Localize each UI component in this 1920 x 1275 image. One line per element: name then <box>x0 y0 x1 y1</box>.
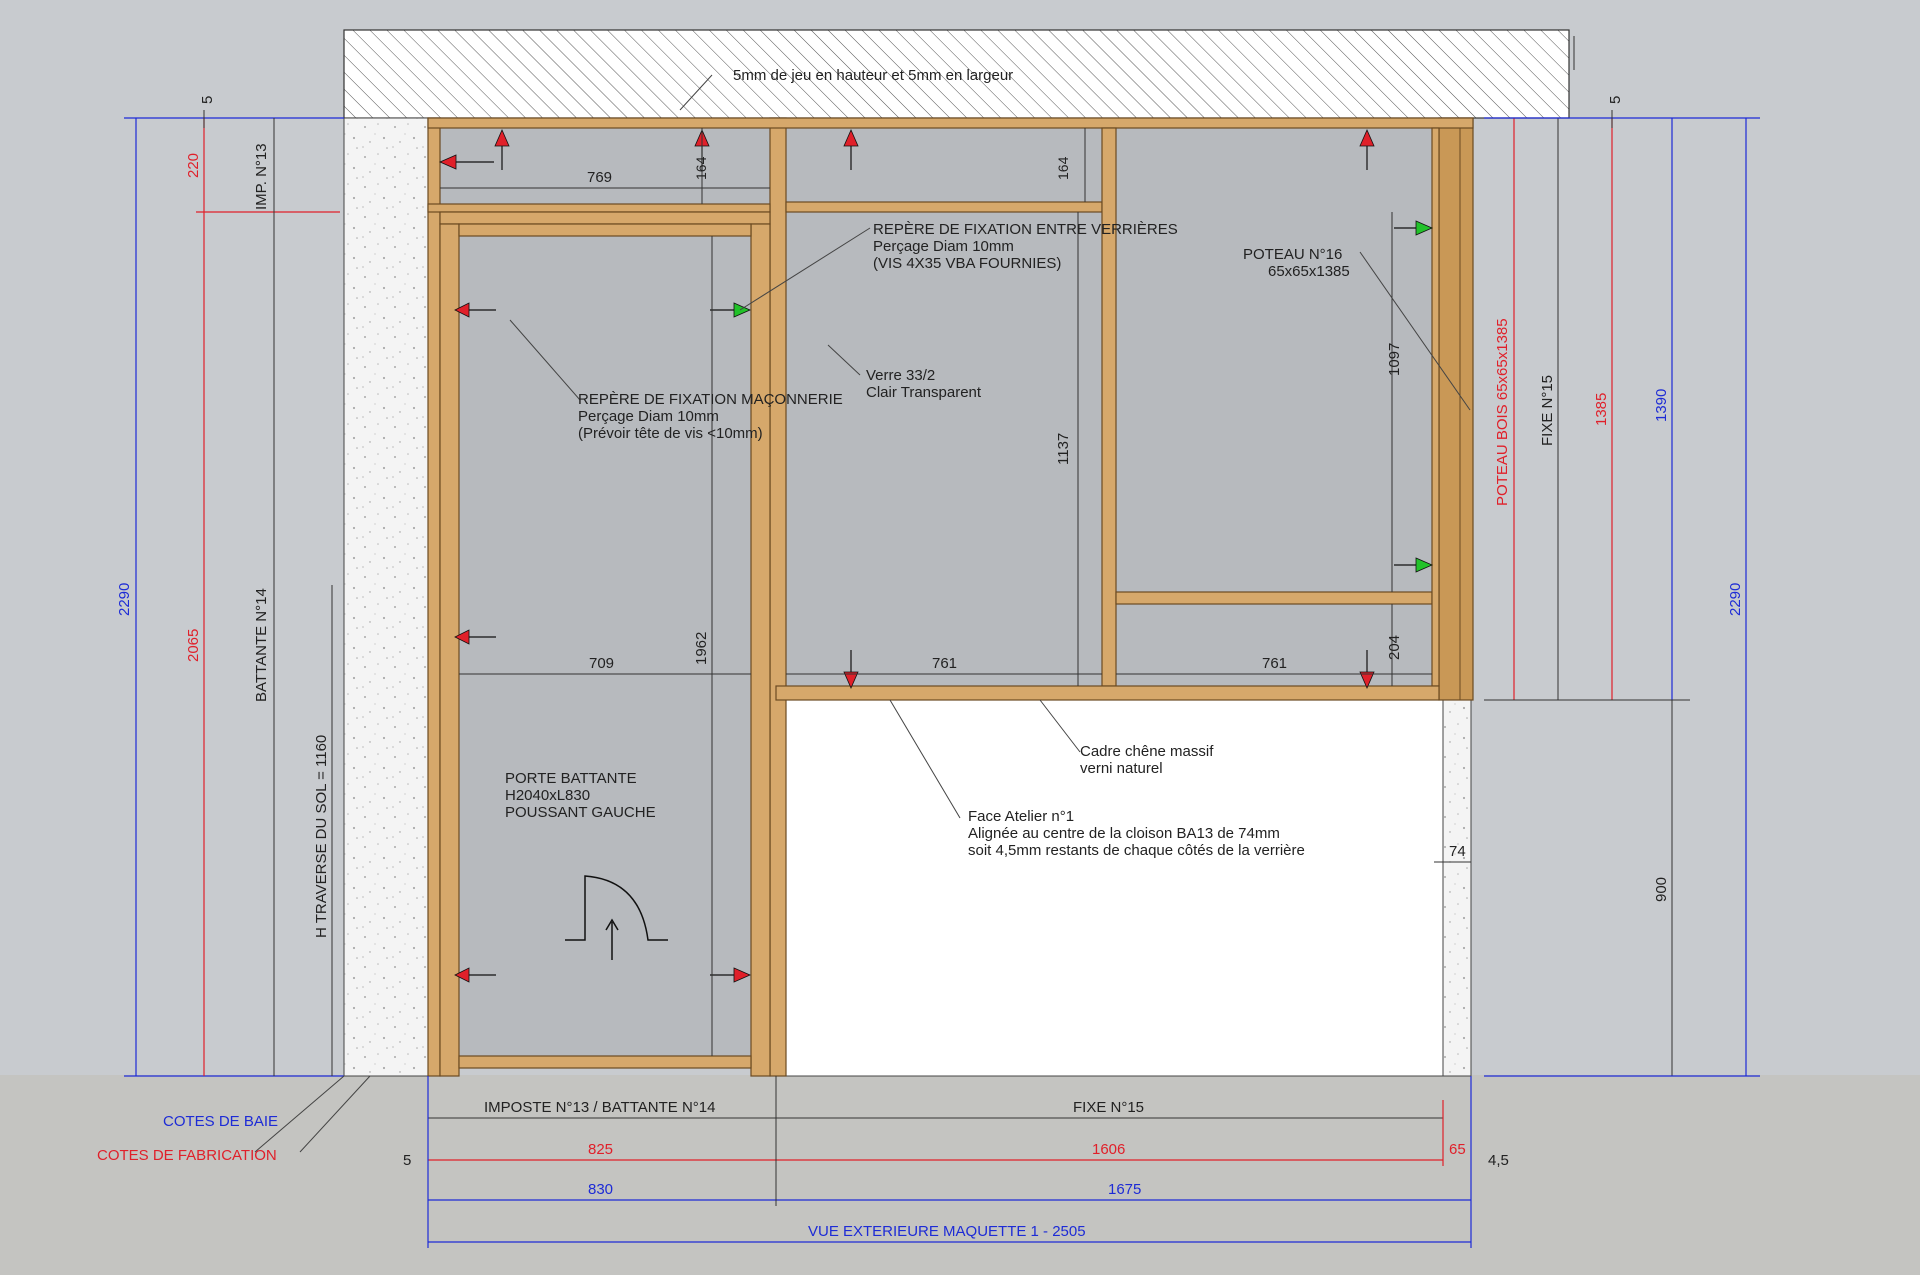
dim-1606: 1606 <box>1092 1141 1125 1158</box>
label-traverse-sol: H TRAVERSE DU SOL = 1160 <box>313 735 330 938</box>
dim-164-right: 164 <box>1055 156 1071 180</box>
note-line: Clair Transparent <box>866 384 982 401</box>
note-line: Cadre chêne massif <box>1080 743 1214 760</box>
dim-74: 74 <box>1449 843 1466 860</box>
dim-900: 900 <box>1653 877 1670 902</box>
glass-imposte <box>440 128 770 204</box>
dim-1385: 1385 <box>1593 393 1610 426</box>
note-line: Face Atelier n°1 <box>968 808 1074 825</box>
right-dimension-lines <box>1484 110 1760 1077</box>
note-line: soit 4,5mm restants de chaque côtés de l… <box>968 842 1305 859</box>
label-fixe15-horizontal: FIXE N°15 <box>1073 1099 1144 1116</box>
note-line: POUSSANT GAUCHE <box>505 804 656 821</box>
note-line: H2040xL830 <box>505 787 590 804</box>
dim-5-bottom: 5 <box>403 1152 411 1169</box>
label-battante14: BATTANTE N°14 <box>253 588 270 702</box>
elevation-drawing: 5mm de jeu en hauteur et 5mm en largeur … <box>0 29 1920 1275</box>
dim-709: 709 <box>589 655 614 672</box>
dim-1137: 1137 <box>1055 433 1072 465</box>
note-line: REPÈRE DE FIXATION ENTRE VERRIÈRES <box>873 221 1178 238</box>
note-line: 65x65x1385 <box>1268 263 1350 280</box>
dim-65: 65 <box>1449 1141 1466 1158</box>
legend-cotes-baie: COTES DE BAIE <box>163 1113 278 1130</box>
dim-761-left: 761 <box>932 655 957 672</box>
dim-830: 830 <box>588 1181 613 1198</box>
left-dimension-lines <box>124 110 344 1077</box>
dim-204: 204 <box>1386 635 1403 660</box>
note-line: Alignée au centre de la cloison BA13 de … <box>968 825 1280 842</box>
note-line: PORTE BATTANTE <box>505 770 637 787</box>
note-line: POTEAU N°16 <box>1243 246 1342 263</box>
label-imp13: IMP. N°13 <box>253 143 270 210</box>
dim-4-5: 4,5 <box>1488 1152 1509 1169</box>
left-wall <box>343 117 429 1077</box>
note-jeu: 5mm de jeu en hauteur et 5mm en largeur <box>733 67 1013 84</box>
note-line: Verre 33/2 <box>866 367 935 384</box>
dim-1675: 1675 <box>1108 1181 1141 1198</box>
dim-2290-left: 2290 <box>116 583 133 616</box>
dim-164-left: 164 <box>693 156 709 180</box>
glass-fixe-right <box>1116 128 1432 592</box>
label-fixe15-vertical: FIXE N°15 <box>1539 375 1556 446</box>
drawing-title: VUE EXTERIEURE MAQUETTE 1 - 2505 <box>808 1223 1086 1240</box>
dim-5-top-right: 5 <box>1607 96 1624 104</box>
note-line: Perçage Diam 10mm <box>873 238 1014 255</box>
dim-825: 825 <box>588 1141 613 1158</box>
label-poteau-bois: POTEAU BOIS 65x65x1385 <box>1494 318 1511 506</box>
note-line: (Prévoir tête de vis <10mm) <box>578 425 763 442</box>
note-line: (VIS 4X35 VBA FOURNIES) <box>873 255 1061 272</box>
right-low-wall <box>1442 699 1472 1077</box>
dim-769: 769 <box>587 169 612 186</box>
dim-1097: 1097 <box>1386 343 1403 376</box>
dim-5-top-left: 5 <box>199 96 216 104</box>
floor <box>0 1075 1920 1275</box>
note-line: REPÈRE DE FIXATION MAÇONNERIE <box>578 391 843 408</box>
dim-1390: 1390 <box>1653 389 1670 422</box>
legend-cotes-fabrication: COTES DE FABRICATION <box>97 1147 277 1164</box>
dim-1962: 1962 <box>693 632 710 665</box>
dim-220: 220 <box>185 153 202 178</box>
label-imposte-battante: IMPOSTE N°13 / BATTANTE N°14 <box>484 1099 716 1116</box>
dim-2065: 2065 <box>185 629 202 662</box>
note-line: verni naturel <box>1080 760 1163 777</box>
dim-2290-right: 2290 <box>1727 583 1744 616</box>
note-line: Perçage Diam 10mm <box>578 408 719 425</box>
dim-761-right: 761 <box>1262 655 1287 672</box>
